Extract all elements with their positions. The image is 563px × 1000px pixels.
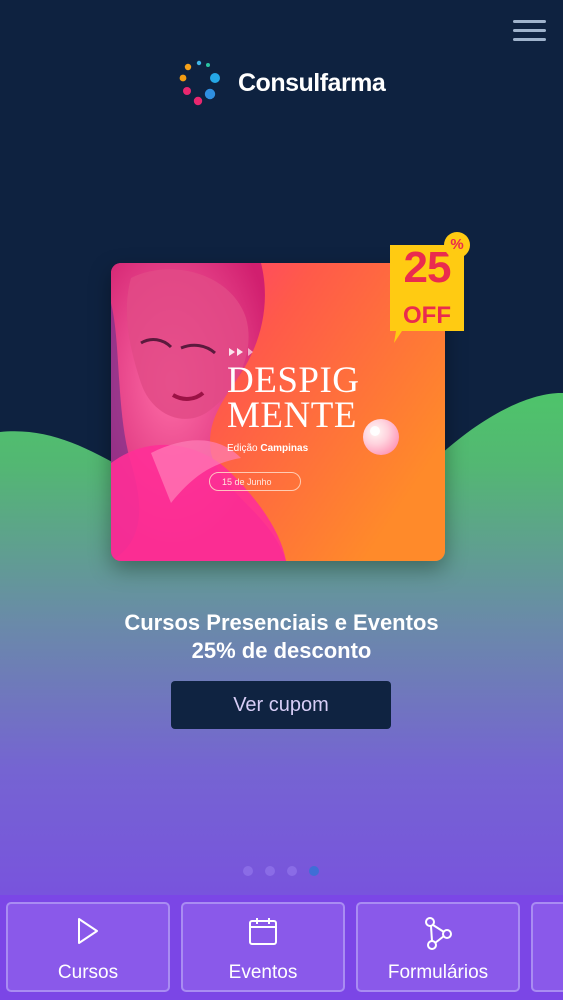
play-icon <box>8 916 168 950</box>
nav-tile-label: Formulários <box>387 962 489 983</box>
banner-edition-prefix: Edição <box>227 443 258 454</box>
nav-tile-eventos[interactable]: Eventos <box>181 902 345 992</box>
brand-name: Consulfarma <box>238 68 386 97</box>
hamburger-menu-icon-bar <box>513 20 546 23</box>
banner-title-line1: DESPIG <box>227 360 360 401</box>
carousel-dot-4-active[interactable] <box>309 866 319 876</box>
promo-headline-line1: Cursos Presenciais e Eventos <box>124 610 439 635</box>
calendar-icon <box>183 916 343 950</box>
banner-title: DESPIG MENTE <box>227 360 360 436</box>
promo-headline-line2: 25% de desconto <box>191 638 372 663</box>
banner-edition-city: Campinas <box>260 443 309 454</box>
hamburger-menu-icon-bar <box>513 29 546 32</box>
nav-tile-formularios[interactable]: Formulários <box>356 902 520 992</box>
nav-tile-label: Eventos <box>228 962 298 983</box>
nav-tile-label: Cursos <box>57 962 119 983</box>
banner-edition: Edição Campinas <box>227 443 308 454</box>
consulfarma-logo-icon <box>179 60 220 106</box>
carousel-dot-1[interactable] <box>243 866 253 876</box>
discount-badge-percent: % <box>444 232 470 258</box>
bottom-nav: Cursos Eventos Formulários <box>0 895 563 1000</box>
banner-title-line2: MENTE <box>227 395 357 436</box>
app-screen: Consulfarma DESPIG MENTE Edição Campinas… <box>0 0 563 1000</box>
carousel-pagination <box>243 866 331 876</box>
brand-logo[interactable]: Consulfarma <box>178 58 386 108</box>
hamburger-menu-icon-bar <box>513 38 546 41</box>
promo-headline: Cursos Presenciais e Eventos 25% de desc… <box>0 609 563 665</box>
carousel-dot-3[interactable] <box>287 866 297 876</box>
see-coupon-button[interactable]: Ver cupom <box>171 681 391 729</box>
discount-badge-off: OFF <box>403 302 451 329</box>
nav-tile-partial[interactable] <box>531 902 563 992</box>
banner-date: 15 de Junho <box>209 472 301 491</box>
nodes-icon <box>358 916 518 950</box>
menu-button[interactable] <box>513 20 546 42</box>
carousel-dot-2[interactable] <box>265 866 275 876</box>
nav-tile-cursos[interactable]: Cursos <box>6 902 170 992</box>
